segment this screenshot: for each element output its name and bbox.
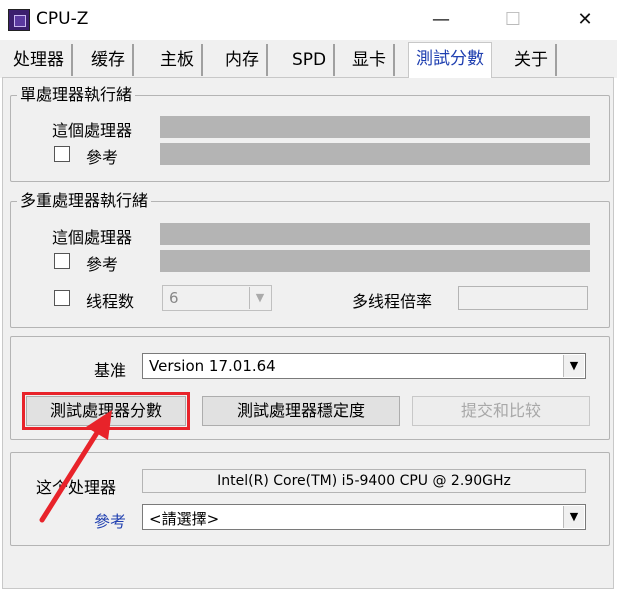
tab-memory[interactable]: 内存 [218, 44, 268, 76]
multi-reference-score-bar [160, 250, 590, 272]
cpu-z-app-icon [8, 9, 30, 31]
reference-value: <請選擇> [149, 510, 220, 528]
multi-thread-legend: 多重處理器執行緒 [20, 191, 149, 210]
single-reference-checkbox[interactable] [54, 146, 70, 162]
submit-compare-button[interactable]: 提交和比较 [412, 396, 590, 426]
tab-cache[interactable]: 缓存 [84, 44, 134, 76]
chevron-down-icon: ▼ [249, 287, 270, 309]
multi-this-cpu-score-bar [160, 223, 590, 245]
tab-about[interactable]: 关于 [507, 44, 557, 76]
compare-this-cpu-value: Intel(R) Core(TM) i5-9400 CPU @ 2.90GHz [142, 469, 586, 493]
tab-graphics[interactable]: 显卡 [345, 44, 395, 76]
stress-cpu-button[interactable]: 測試處理器穩定度 [202, 396, 400, 426]
single-reference-label: 參考 [86, 148, 119, 167]
threads-checkbox[interactable] [54, 290, 70, 306]
tab-mainboard[interactable]: 主板 [153, 44, 203, 76]
baseline-select[interactable]: Version 17.01.64 ▼ [142, 353, 586, 379]
chevron-down-icon: ▼ [563, 355, 584, 377]
single-this-cpu-label: 這個處理器 [52, 121, 133, 140]
multithread-ratio-label: 多线程倍率 [352, 292, 433, 311]
title-bar: CPU-Z — ☐ ✕ [0, 0, 617, 40]
close-button[interactable]: ✕ [570, 6, 600, 34]
minimize-button[interactable]: — [426, 6, 456, 34]
threads-value: 6 [169, 289, 179, 307]
tab-processor[interactable]: 处理器 [6, 44, 73, 76]
multi-reference-label: 參考 [86, 255, 119, 274]
single-thread-legend: 單處理器執行緒 [20, 85, 133, 104]
baseline-label: 基准 [94, 361, 127, 380]
maximize-button[interactable]: ☐ [498, 6, 528, 34]
compare-reference-label[interactable]: 參考 [94, 508, 126, 532]
multi-this-cpu-label: 這個處理器 [52, 228, 133, 247]
tab-spd[interactable]: SPD [285, 44, 336, 76]
tab-bench[interactable]: 測試分數 [408, 42, 492, 78]
compare-this-cpu-label: 这个处理器 [36, 478, 117, 497]
multithread-ratio-field [458, 286, 588, 310]
multi-reference-checkbox[interactable] [54, 253, 70, 269]
threads-label: 线程数 [86, 292, 135, 311]
chevron-down-icon: ▼ [563, 506, 584, 528]
window-title: CPU-Z [36, 9, 89, 29]
baseline-value: Version 17.01.64 [149, 357, 276, 375]
reference-select[interactable]: <請選擇> ▼ [142, 504, 586, 530]
highlight-box [22, 392, 190, 430]
single-this-cpu-score-bar [160, 116, 590, 138]
single-reference-score-bar [160, 143, 590, 165]
threads-select[interactable]: 6 ▼ [162, 285, 272, 311]
